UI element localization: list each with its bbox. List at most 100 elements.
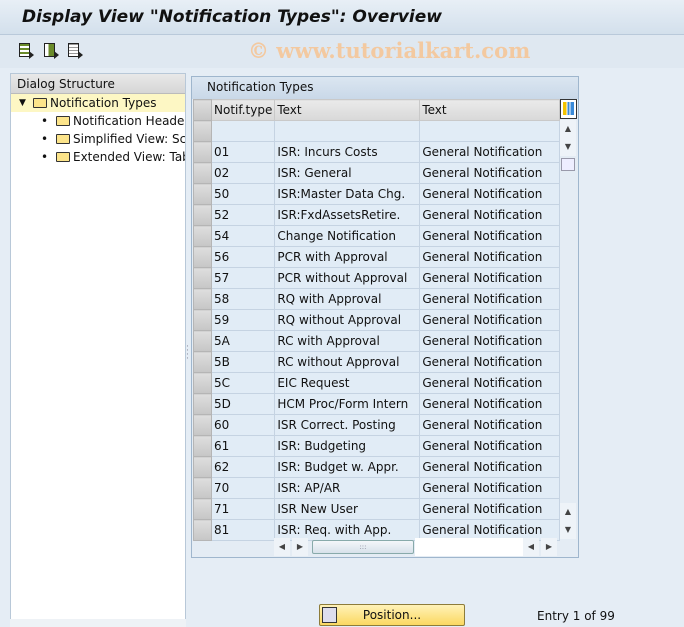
row-selector[interactable] bbox=[193, 330, 212, 352]
cell bbox=[274, 120, 421, 142]
table-row[interactable]: 71 ISR New User General Notification bbox=[193, 498, 561, 520]
row-selector[interactable] bbox=[193, 435, 212, 457]
row-selector[interactable] bbox=[193, 288, 212, 310]
cell: General Notification bbox=[419, 393, 561, 415]
row-selector[interactable] bbox=[193, 141, 212, 163]
row-selector[interactable] bbox=[193, 519, 212, 541]
row-selector[interactable] bbox=[193, 351, 212, 373]
row-selector[interactable] bbox=[193, 267, 212, 289]
cell: 52 bbox=[210, 204, 276, 226]
scroll-down-button[interactable]: ▼ bbox=[560, 138, 576, 156]
table-row[interactable]: 50 ISR:Master Data Chg. General Notificati… bbox=[193, 183, 561, 205]
scroll-left-end-button[interactable]: ◀ bbox=[523, 538, 539, 556]
page-title: Display View "Notification Types": Overv… bbox=[22, 7, 442, 27]
row-selector[interactable] bbox=[193, 225, 212, 247]
table-row[interactable]: 59 RQ without Approval General Notificatio… bbox=[193, 309, 561, 331]
cell: 71 bbox=[210, 498, 276, 520]
cell: ISR: AP/AR bbox=[274, 477, 421, 499]
row-selector[interactable] bbox=[193, 162, 212, 184]
cell: General Notification bbox=[419, 372, 561, 394]
horizontal-scrollbar[interactable]: ◀ ▶ ::: ◀ ▶ bbox=[272, 538, 562, 556]
scroll-right-end-button[interactable]: ▶ bbox=[541, 538, 557, 556]
cell: General Notification bbox=[419, 267, 561, 289]
scroll-thumb[interactable] bbox=[561, 158, 575, 171]
table-row[interactable]: 58 RQ with Approval General Notification bbox=[193, 288, 561, 310]
cell: General Notification bbox=[419, 288, 561, 310]
cell: 56 bbox=[210, 246, 276, 268]
table-row[interactable]: 56 PCR with Approval General Notification bbox=[193, 246, 561, 268]
table-row[interactable]: 54 Change Notification General Notificatio… bbox=[193, 225, 561, 247]
cell: 50 bbox=[210, 183, 276, 205]
cell: 81 bbox=[210, 519, 276, 541]
horizontal-scroll-thumb[interactable]: ::: bbox=[312, 540, 414, 554]
cell: RC with Approval bbox=[274, 330, 421, 352]
row-selector[interactable] bbox=[193, 183, 212, 205]
select-all-rows-button[interactable] bbox=[193, 99, 212, 121]
select-block-icon[interactable] bbox=[43, 42, 59, 59]
row-selector[interactable] bbox=[193, 393, 212, 415]
column-header-text-2[interactable]: Text bbox=[419, 99, 561, 121]
scroll-up-button[interactable]: ▲ bbox=[560, 120, 576, 138]
table-row[interactable]: 5A RC with Approval General Notification bbox=[193, 330, 561, 352]
table-row[interactable]: 60 ISR Correct. Posting General Notificati… bbox=[193, 414, 561, 436]
cell: 61 bbox=[210, 435, 276, 457]
cell: 54 bbox=[210, 225, 276, 247]
deselect-all-icon[interactable] bbox=[67, 42, 83, 59]
table-row[interactable]: 52 ISR:FxdAssetsRetire. General Notificati… bbox=[193, 204, 561, 226]
notification-types-table-panel: Notification Types Notif.type Text Text … bbox=[191, 76, 579, 558]
position-button-label: Position... bbox=[362, 608, 422, 622]
cell: 5B bbox=[210, 351, 276, 373]
cell: General Notification bbox=[419, 414, 561, 436]
cell: General Notification bbox=[419, 435, 561, 457]
column-header-text[interactable]: Text bbox=[274, 99, 421, 121]
cell: ISR: Budget w. Appr. bbox=[274, 456, 421, 478]
row-selector[interactable] bbox=[193, 372, 212, 394]
table-row[interactable]: 62 ISR: Budget w. Appr. General Notificati… bbox=[193, 456, 561, 478]
folder-icon bbox=[56, 134, 70, 144]
tree-item[interactable]: • Extended View: Tab bbox=[11, 148, 185, 166]
row-selector[interactable] bbox=[193, 120, 212, 142]
row-selector[interactable] bbox=[193, 414, 212, 436]
scroll-right-button[interactable]: ▶ bbox=[292, 538, 308, 556]
tree-item[interactable]: ▼ Notification Types bbox=[11, 94, 185, 112]
tree-item[interactable]: • Notification Header a bbox=[11, 112, 185, 130]
cell: 5C bbox=[210, 372, 276, 394]
scroll-page-down-button[interactable]: ▼ bbox=[560, 521, 576, 539]
table-row[interactable]: 61 ISR: Budgeting General Notification bbox=[193, 435, 561, 457]
vertical-scrollbar[interactable]: ▲ ▼ ▲ ▼ bbox=[559, 99, 578, 539]
table-row-empty[interactable] bbox=[193, 120, 561, 142]
tree-item[interactable]: • Simplified View: Scre bbox=[11, 130, 185, 148]
row-selector[interactable] bbox=[193, 477, 212, 499]
table-row[interactable]: 57 PCR without Approval General Notificati… bbox=[193, 267, 561, 289]
cell: 5D bbox=[210, 393, 276, 415]
table-row[interactable]: 5D HCM Proc/Form Intern General Notificati… bbox=[193, 393, 561, 415]
dialog-structure-scrollbar[interactable] bbox=[10, 619, 186, 627]
row-selector[interactable] bbox=[193, 246, 212, 268]
splitter-handle[interactable]: · · · · bbox=[186, 343, 189, 364]
column-header-notif-type[interactable]: Notif.type bbox=[210, 99, 276, 121]
dialog-structure-header: Dialog Structure bbox=[11, 74, 185, 94]
table-row[interactable]: 5C EIC Request General Notification bbox=[193, 372, 561, 394]
row-selector[interactable] bbox=[193, 456, 212, 478]
table-row[interactable]: 02 ISR: General General Notification bbox=[193, 162, 561, 184]
column-settings-icon[interactable] bbox=[560, 99, 577, 119]
collapse-arrow-icon[interactable]: ▼ bbox=[19, 94, 26, 112]
select-all-icon[interactable] bbox=[18, 42, 34, 59]
row-selector[interactable] bbox=[193, 204, 212, 226]
bullet-icon: • bbox=[41, 150, 49, 164]
cell: General Notification bbox=[419, 330, 561, 352]
bullet-icon: • bbox=[41, 114, 49, 128]
folder-icon bbox=[56, 116, 70, 126]
table-row[interactable]: 70 ISR: AP/AR General Notification bbox=[193, 477, 561, 499]
position-button[interactable]: Position... bbox=[319, 604, 465, 626]
scroll-page-up-button[interactable]: ▲ bbox=[560, 503, 576, 521]
row-selector[interactable] bbox=[193, 309, 212, 331]
cell: General Notification bbox=[419, 351, 561, 373]
cell: ISR:Master Data Chg. bbox=[274, 183, 421, 205]
table-row[interactable]: 5B RC without Approval General Notificatio… bbox=[193, 351, 561, 373]
cell: RQ without Approval bbox=[274, 309, 421, 331]
scroll-left-button[interactable]: ◀ bbox=[274, 538, 290, 556]
cell: EIC Request bbox=[274, 372, 421, 394]
table-row[interactable]: 01 ISR: Incurs Costs General Notification bbox=[193, 141, 561, 163]
row-selector[interactable] bbox=[193, 498, 212, 520]
